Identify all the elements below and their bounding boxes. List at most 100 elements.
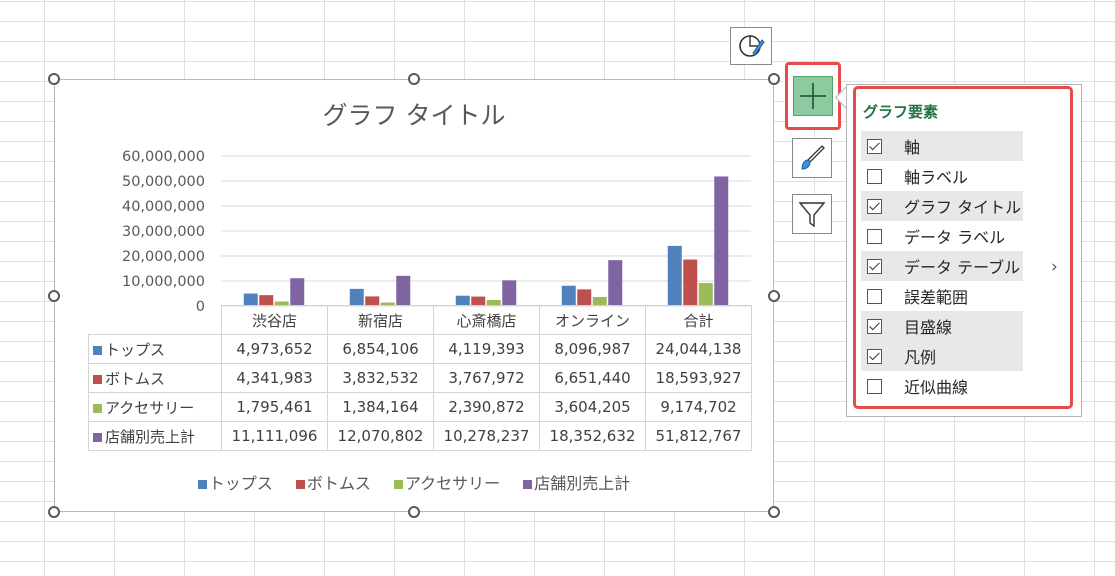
legend-label: アクセサリー (404, 474, 501, 493)
data-cell: 10,278,237 (433, 421, 540, 451)
legend-item[interactable]: アクセサリー (393, 470, 501, 494)
data-table[interactable]: 渋谷店 新宿店 心斎橋店 オンライン 合計 トップス 4,973,652 6,8… (88, 305, 752, 451)
chevron-right-icon[interactable]: › (1051, 257, 1058, 277)
resize-handle-left[interactable] (48, 290, 60, 302)
data-cell: 11,111,096 (221, 421, 328, 451)
legend-label: トップス (208, 474, 273, 493)
bar[interactable] (698, 283, 713, 306)
bar[interactable] (683, 259, 698, 306)
chart-element-option[interactable]: 誤差範囲 (861, 281, 1023, 311)
resize-handle-top[interactable] (408, 73, 420, 85)
series-key-total (93, 432, 102, 442)
data-cell: 18,593,927 (645, 363, 752, 393)
chart-element-option[interactable]: データ テーブル (861, 251, 1023, 281)
checkbox-unchecked[interactable] (867, 168, 882, 184)
chart-elements-button-face (793, 76, 833, 116)
bar[interactable] (502, 280, 517, 306)
resize-handle-bottom-right[interactable] (768, 506, 780, 518)
chart-element-option-label: 目盛線 (904, 318, 953, 337)
checkbox-checked[interactable] (867, 138, 882, 154)
chart-element-option[interactable]: 軸ラベル (861, 161, 1023, 191)
data-cell: 18,352,632 (539, 421, 646, 451)
chart-elements-panel[interactable]: グラフ要素 軸軸ラベルグラフ タイトルデータ ラベルデータ テーブル 誤差範囲目盛… (846, 84, 1082, 417)
data-cell: 3,832,532 (327, 363, 434, 393)
chart-element-option[interactable]: 近似曲線 (861, 371, 1023, 401)
quick-layout-button[interactable] (730, 27, 772, 65)
category-label: 新宿店 (327, 305, 434, 335)
chart-element-option[interactable]: 凡例 (861, 341, 1023, 371)
bar[interactable] (714, 176, 729, 306)
chart-element-option[interactable]: 軸 (861, 131, 1023, 161)
panel-title: グラフ要素 (863, 103, 939, 121)
checkbox-checked[interactable] (867, 348, 882, 364)
chart-element-option-label: 近似曲線 (904, 378, 969, 397)
plus-icon (800, 83, 826, 109)
checkbox-checked[interactable] (867, 258, 882, 274)
checkbox-unchecked[interactable] (867, 378, 882, 394)
resize-handle-right[interactable] (768, 290, 780, 302)
chart-elements-button[interactable] (785, 62, 841, 130)
row-label-text: 店舗別売上計 (105, 427, 196, 446)
y-tick-label: 20,000,000 (122, 249, 205, 265)
category-label: オンライン (539, 305, 646, 335)
funnel-icon (798, 202, 826, 228)
bar[interactable] (577, 289, 592, 306)
chart-element-option-label: 軸ラベル (904, 168, 969, 187)
series-key-accessory (93, 403, 102, 413)
y-tick-label: 30,000,000 (122, 224, 205, 240)
data-cell: 6,651,440 (539, 363, 646, 393)
checkbox-unchecked[interactable] (867, 288, 882, 304)
bar[interactable] (608, 260, 623, 306)
resize-handle-bottom[interactable] (408, 506, 420, 518)
row-label-text: トップス (105, 340, 166, 359)
data-cell: 9,174,702 (645, 392, 752, 422)
data-cell: 3,767,972 (433, 363, 540, 393)
bar[interactable] (667, 245, 682, 306)
data-cell: 1,384,164 (327, 392, 434, 422)
data-table-row: トップス 4,973,652 6,854,106 4,119,393 8,096… (88, 334, 752, 364)
data-table-row: ボトムス 4,341,983 3,832,532 3,767,972 6,651… (88, 363, 752, 393)
chart-styles-button[interactable] (792, 138, 832, 178)
data-cell: 1,795,461 (221, 392, 328, 422)
legend-item[interactable]: 店舗別売上計 (523, 470, 630, 494)
chart-element-option-label: データ テーブル (904, 258, 1021, 277)
data-table-row: 店舗別売上計 11,111,096 12,070,802 10,278,237 … (88, 421, 752, 451)
row-label: トップス (88, 334, 222, 364)
data-table-header-row: 渋谷店 新宿店 心斎橋店 オンライン 合計 (88, 305, 752, 335)
row-label: アクセサリー (88, 392, 222, 422)
y-tick-label: 40,000,000 (122, 199, 205, 215)
chart-object[interactable]: グラフ タイトル 60,000,000 50,000,000 40,000,000 3… (54, 79, 774, 512)
y-tick-label: 60,000,000 (122, 149, 205, 165)
bar[interactable] (561, 285, 576, 306)
legend-item[interactable]: ボトムス (295, 470, 371, 494)
chart-element-option[interactable]: 目盛線 (861, 311, 1023, 341)
legend-label: 店舗別売上計 (534, 474, 631, 493)
bar[interactable] (396, 275, 411, 306)
category-label: 合計 (645, 305, 752, 335)
checkbox-unchecked[interactable] (867, 228, 882, 244)
bar[interactable] (349, 288, 364, 306)
legend-item[interactable]: トップス (197, 470, 273, 494)
checkbox-checked[interactable] (867, 318, 882, 334)
chart-element-option[interactable]: データ ラベル (861, 221, 1023, 251)
row-label-text: ボトムス (105, 369, 166, 388)
chart-filter-button[interactable] (792, 194, 832, 234)
paintbrush-icon (801, 145, 825, 170)
legend-key-total (523, 480, 533, 489)
row-label: ボトムス (88, 363, 222, 393)
data-cell: 4,973,652 (221, 334, 328, 364)
chart-pie-brush-icon (739, 35, 765, 57)
checkbox-checked[interactable] (867, 198, 882, 214)
resize-handle-top-right[interactable] (768, 73, 780, 85)
y-tick-label: 10,000,000 (122, 274, 205, 290)
resize-handle-top-left[interactable] (48, 73, 60, 85)
chart-element-option-label: 誤差範囲 (904, 288, 969, 307)
series-key-bottoms (93, 374, 102, 384)
chart-legend[interactable]: トップス ボトムス アクセサリー 店舗別売上計 (55, 470, 773, 494)
chart-element-option-label: グラフ タイトル (904, 198, 1022, 217)
resize-handle-bottom-left[interactable] (48, 506, 60, 518)
chart-element-option[interactable]: グラフ タイトル (861, 191, 1023, 221)
bar[interactable] (290, 278, 305, 306)
data-cell: 51,812,767 (645, 421, 752, 451)
data-cell: 12,070,802 (327, 421, 434, 451)
